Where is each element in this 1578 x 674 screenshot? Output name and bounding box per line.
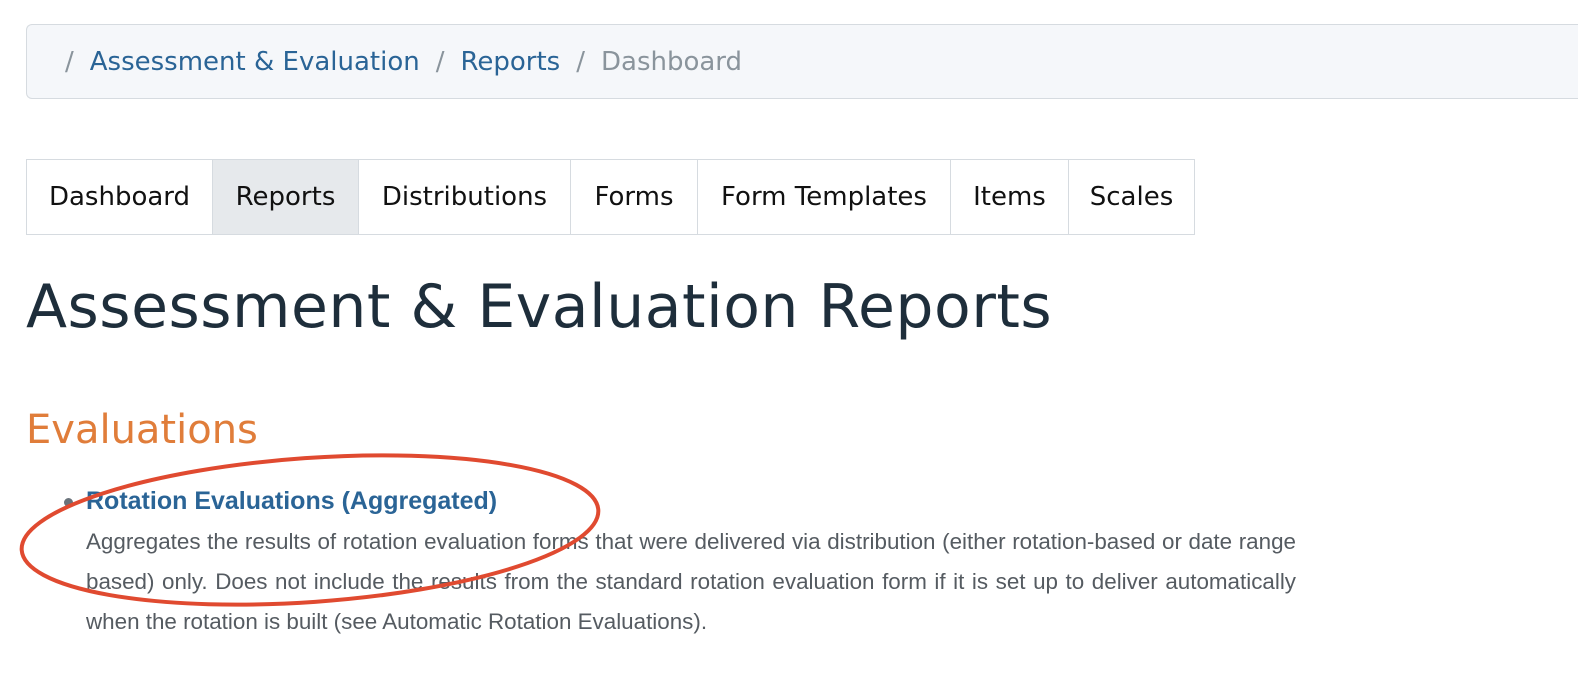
list-item: Rotation Evaluations (Aggregated) Aggreg… [26,480,1296,642]
breadcrumb: / Assessment & Evaluation / Reports / Da… [26,24,1578,99]
page-title: Assessment & Evaluation Reports [26,272,1053,342]
breadcrumb-item-dashboard: Dashboard [600,46,743,77]
section-title-evaluations: Evaluations [26,407,258,453]
breadcrumb-separator: / [576,46,585,77]
report-description: Aggregates the results of rotation evalu… [86,529,1296,634]
tab-scales[interactable]: Scales [1069,160,1194,234]
tab-form-templates[interactable]: Form Templates [698,160,951,234]
tab-bar: Dashboard Reports Distributions Forms Fo… [26,159,1195,235]
bullet-icon [64,498,73,507]
breadcrumb-item-assessment-evaluation[interactable]: Assessment & Evaluation [90,47,420,77]
tab-distributions[interactable]: Distributions [359,160,571,234]
breadcrumb-separator: / [65,46,74,77]
breadcrumb-item-reports[interactable]: Reports [460,47,560,77]
page: / Assessment & Evaluation / Reports / Da… [0,0,1578,674]
breadcrumb-separator: / [435,46,445,77]
tab-forms[interactable]: Forms [571,160,698,234]
tab-reports[interactable]: Reports [213,160,359,234]
tab-dashboard[interactable]: Dashboard [27,160,213,234]
tab-items[interactable]: Items [951,160,1069,234]
report-list: Rotation Evaluations (Aggregated) Aggreg… [26,480,1296,642]
report-link-rotation-evaluations[interactable]: Rotation Evaluations (Aggregated) [86,480,497,522]
